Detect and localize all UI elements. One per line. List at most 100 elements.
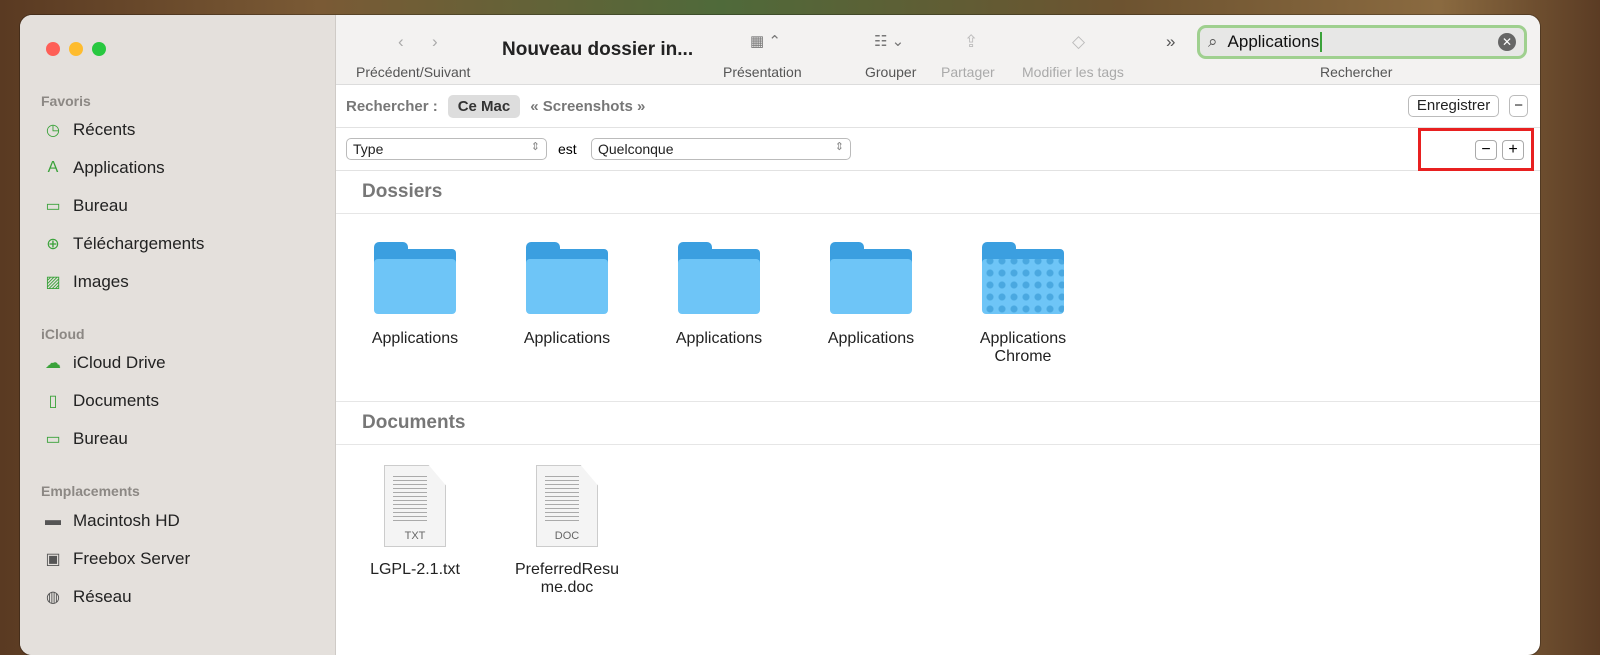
sidebar-item-bureau[interactable]: ▭ Bureau — [43, 196, 128, 216]
sidebar-item-label: Applications — [73, 158, 165, 177]
attribute-value: Type — [353, 141, 384, 157]
view-grid-icon[interactable]: ▦ ⌃ — [750, 32, 781, 50]
sidebar-item-documents[interactable]: ▯ Documents — [43, 391, 159, 411]
folder-icon — [830, 242, 912, 314]
share-button-label: Partager — [941, 64, 995, 80]
attribute-select[interactable]: Type ⇕ — [346, 138, 547, 160]
sidebar-item-applications[interactable]: A Applications — [43, 158, 165, 178]
sidebar-item-label: iCloud Drive — [73, 353, 166, 372]
globe-icon: ◍ — [46, 589, 60, 606]
main-area: ‹ › Précédent/Suivant Nouveau dossier in… — [336, 15, 1540, 655]
back-icon[interactable]: ‹ — [398, 32, 404, 52]
sidebar-section-favoris: Favoris — [41, 93, 91, 109]
folder-icon — [526, 242, 608, 314]
sidebar-item-label: Freebox Server — [73, 549, 191, 568]
sidebar-section-emplacements: Emplacements — [41, 483, 140, 499]
sidebar: Favoris ◷ Récents A Applications ▭ Bureau ⊕… — [20, 15, 336, 655]
sidebar-item-icloud-drive[interactable]: ☁ iCloud Drive — [43, 353, 166, 373]
search-icon: ⌕ — [1208, 32, 1218, 51]
share-icon: ⇪ — [964, 32, 979, 51]
remove-rule-button[interactable]: − — [1475, 140, 1497, 160]
sidebar-item-images[interactable]: ▨ Images — [43, 272, 128, 292]
sidebar-item-label: Bureau — [73, 429, 128, 448]
group-header-folders: Dossiers — [336, 171, 1540, 214]
cloud-icon: ☁ — [45, 355, 61, 372]
file-ext: DOC — [554, 530, 580, 542]
search-field[interactable]: ⌕ Applications ✕ — [1197, 25, 1527, 59]
scope-folder[interactable]: « Screenshots » — [530, 98, 645, 115]
clock-icon: ◷ — [46, 122, 60, 139]
sidebar-item-reseau[interactable]: ◍ Réseau — [43, 587, 132, 607]
sidebar-item-label: Récents — [73, 120, 136, 139]
item-label: Applications — [827, 330, 915, 347]
folder-item[interactable]: Applications — [806, 242, 936, 348]
document-icon: ▯ — [48, 393, 58, 410]
sidebar-item-icloud-bureau[interactable]: ▭ Bureau — [43, 429, 128, 449]
sidebar-item-freebox-server[interactable]: ▣ Freebox Server — [43, 549, 190, 569]
toolbar: ‹ › Précédent/Suivant Nouveau dossier in… — [336, 15, 1540, 85]
window-controls — [46, 42, 106, 56]
updown-icon: ⇕ — [834, 141, 844, 153]
document-item[interactable]: DOC PreferredResume.doc — [502, 465, 632, 597]
add-rule-button[interactable]: + — [1502, 140, 1524, 160]
folders-grid: Applications Applications Applications A… — [336, 214, 1540, 402]
scope-label: Rechercher : — [346, 97, 438, 115]
criteria-row: Type ⇕ est Quelconque ⇕ − + — [336, 128, 1540, 171]
minimize-button[interactable] — [69, 42, 83, 56]
updown-icon: ⇕ — [530, 141, 540, 153]
desktop-icon: ▭ — [45, 198, 61, 215]
nav-label: Précédent/Suivant — [356, 64, 471, 80]
tags-button-label: Modifier les tags — [1022, 64, 1124, 80]
finder-window: Favoris ◷ Récents A Applications ▭ Bureau ⊕… — [20, 15, 1540, 655]
search-scope-bar: Rechercher : Ce Mac « Screenshots » Enre… — [336, 85, 1540, 128]
display-icon: ▣ — [45, 551, 61, 568]
folder-icon — [678, 242, 760, 314]
window-title: Nouveau dossier in... — [502, 39, 694, 60]
more-chevron-icon[interactable]: » — [1166, 32, 1175, 52]
sidebar-item-macintosh-hd[interactable]: ▬ Macintosh HD — [43, 511, 180, 531]
sidebar-item-label: Macintosh HD — [73, 511, 180, 530]
forward-icon[interactable]: › — [432, 32, 438, 52]
item-label: Applications Chrome — [979, 330, 1067, 365]
folder-icon — [374, 242, 456, 314]
value-select[interactable]: Quelconque ⇕ — [591, 138, 851, 160]
search-label: Rechercher — [1320, 64, 1393, 80]
save-search-button[interactable]: Enregistrer — [1407, 95, 1500, 117]
item-label: PreferredResume.doc — [514, 561, 620, 596]
sidebar-item-recents[interactable]: ◷ Récents — [43, 120, 135, 140]
folder-item[interactable]: Applications — [350, 242, 480, 348]
close-button[interactable] — [46, 42, 60, 56]
document-item[interactable]: TXT LGPL-2.1.txt — [350, 465, 480, 579]
folder-item[interactable]: Applications Chrome — [958, 242, 1088, 366]
sidebar-item-label: Réseau — [73, 587, 132, 606]
folder-item[interactable]: Applications — [502, 242, 632, 348]
doc-file-icon: DOC — [536, 465, 598, 547]
remove-criteria-button[interactable]: − — [1509, 95, 1528, 117]
group-button-label[interactable]: Grouper — [865, 64, 916, 80]
search-input[interactable]: Applications — [1228, 32, 1323, 52]
sidebar-item-label: Documents — [73, 391, 159, 410]
item-label: Applications — [675, 330, 763, 347]
sidebar-item-telechargements[interactable]: ⊕ Téléchargements — [43, 234, 204, 254]
download-icon: ⊕ — [46, 236, 60, 253]
applications-folder-icon — [982, 242, 1064, 314]
folder-item[interactable]: Applications — [654, 242, 784, 348]
file-ext: TXT — [404, 530, 426, 542]
applications-icon: A — [47, 159, 59, 176]
desktop-icon: ▭ — [45, 431, 61, 448]
group-icon[interactable]: ☷ ⌄ — [874, 32, 904, 50]
item-label: Applications — [371, 330, 459, 347]
tag-icon: ◇ — [1072, 32, 1086, 51]
photo-icon: ▨ — [45, 274, 61, 291]
sidebar-item-label: Téléchargements — [73, 234, 205, 253]
view-button-label[interactable]: Présentation — [723, 64, 802, 80]
group-header-documents: Documents — [336, 402, 1540, 445]
disk-icon: ▬ — [45, 512, 61, 529]
scope-this-mac[interactable]: Ce Mac — [447, 94, 521, 118]
clear-search-icon[interactable]: ✕ — [1498, 33, 1516, 51]
item-label: LGPL-2.1.txt — [370, 561, 460, 578]
sidebar-item-label: Bureau — [73, 196, 128, 215]
zoom-button[interactable] — [92, 42, 106, 56]
text-file-icon: TXT — [384, 465, 446, 547]
sidebar-section-icloud: iCloud — [41, 326, 85, 342]
